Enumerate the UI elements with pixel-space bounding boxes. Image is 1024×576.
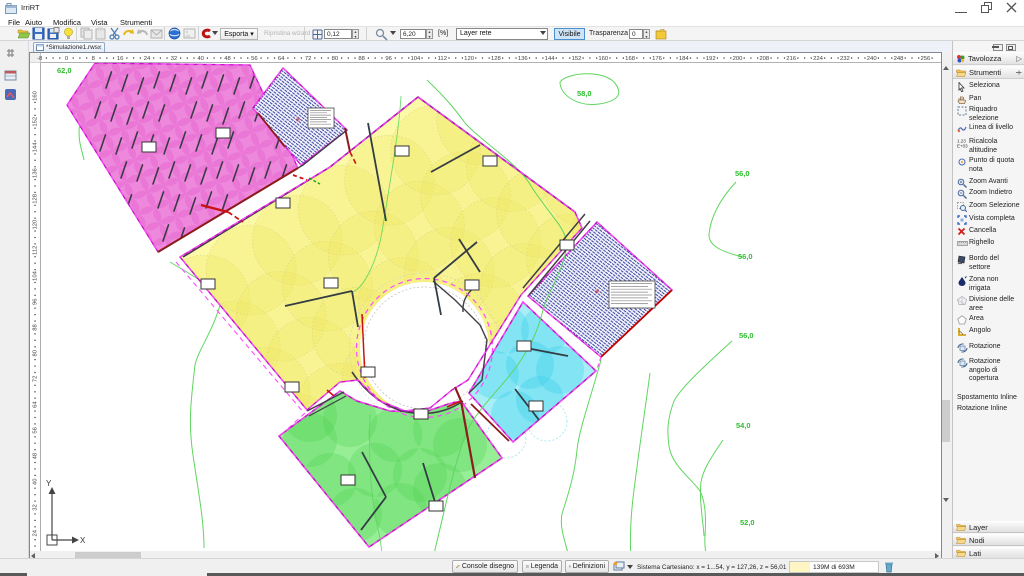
svg-text:✳: ✳ [295, 116, 301, 124]
svg-text:256: 256 [920, 56, 931, 62]
svg-text:64: 64 [32, 401, 38, 408]
svg-text:64: 64 [278, 56, 285, 62]
svg-text:192: 192 [706, 56, 716, 62]
svg-text:160: 160 [33, 90, 39, 101]
svg-text:62,0: 62,0 [57, 66, 72, 75]
svg-text:120: 120 [33, 219, 39, 230]
svg-text:24: 24 [144, 56, 151, 62]
svg-text:54,0: 54,0 [736, 421, 751, 430]
svg-text:40: 40 [33, 478, 39, 485]
svg-text:216: 216 [786, 56, 797, 62]
svg-text:232: 232 [840, 56, 850, 62]
svg-text:112: 112 [32, 246, 38, 255]
svg-text:72: 72 [305, 56, 312, 62]
svg-text:144: 144 [545, 56, 556, 62]
svg-text:48: 48 [224, 56, 231, 62]
svg-text:58,0: 58,0 [577, 89, 592, 98]
svg-text:160: 160 [598, 56, 609, 62]
svg-text:128: 128 [33, 193, 39, 204]
svg-text:56,0: 56,0 [738, 252, 753, 261]
svg-text:168: 168 [625, 56, 636, 62]
svg-text:104: 104 [410, 56, 421, 62]
svg-text:176: 176 [652, 56, 663, 62]
svg-text:24: 24 [32, 529, 38, 536]
svg-text:72: 72 [32, 376, 38, 383]
svg-text:224: 224 [813, 56, 824, 62]
svg-text:88: 88 [33, 323, 39, 330]
svg-text:56: 56 [33, 426, 39, 433]
svg-text:X: X [80, 536, 86, 545]
svg-text:104: 104 [32, 270, 38, 281]
svg-text:144: 144 [32, 142, 38, 153]
svg-text:184: 184 [679, 56, 690, 62]
svg-text:112: 112 [438, 56, 447, 62]
svg-text:32: 32 [171, 56, 178, 62]
svg-text:80: 80 [332, 56, 339, 62]
svg-text:32: 32 [32, 504, 38, 511]
svg-text:240: 240 [867, 56, 878, 62]
svg-text:136: 136 [518, 56, 529, 62]
svg-text:48: 48 [33, 452, 39, 459]
svg-text:56,0: 56,0 [739, 331, 754, 340]
svg-text:248: 248 [894, 56, 905, 62]
svg-text:96: 96 [33, 298, 39, 305]
svg-text:128: 128 [491, 56, 502, 62]
svg-text:88: 88 [358, 56, 365, 62]
svg-text:✳: ✳ [594, 288, 600, 296]
svg-text:80: 80 [33, 349, 39, 356]
svg-text:-8: -8 [37, 56, 43, 62]
svg-text:152: 152 [572, 56, 582, 62]
svg-text:16: 16 [117, 56, 124, 62]
svg-text:E+03: E+03 [957, 144, 968, 149]
svg-text:200: 200 [733, 56, 744, 62]
svg-text:40: 40 [197, 56, 204, 62]
svg-text:56: 56 [251, 56, 258, 62]
svg-text:152: 152 [32, 117, 38, 127]
svg-text:120: 120 [464, 56, 475, 62]
svg-text:96: 96 [385, 56, 392, 62]
svg-text:52,0: 52,0 [740, 518, 755, 527]
svg-text:208: 208 [759, 56, 770, 62]
svg-text:Y: Y [46, 479, 52, 488]
svg-text:56,0: 56,0 [735, 169, 750, 178]
svg-text:136: 136 [33, 168, 39, 179]
